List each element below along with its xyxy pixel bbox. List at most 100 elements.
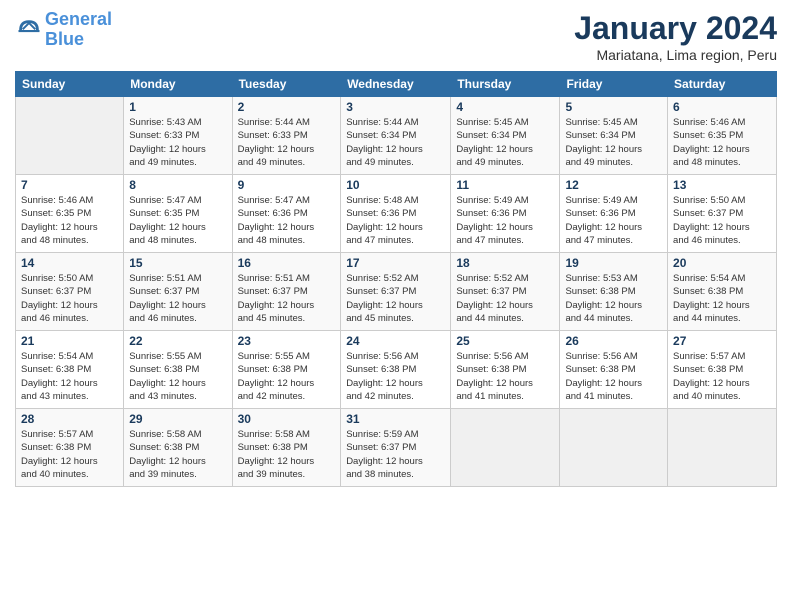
day-cell [668, 409, 777, 487]
day-info: Sunrise: 5:43 AMSunset: 6:33 PMDaylight:… [129, 116, 226, 169]
day-cell: 20 Sunrise: 5:54 AMSunset: 6:38 PMDayligh… [668, 253, 777, 331]
day-cell: 1 Sunrise: 5:43 AMSunset: 6:33 PMDaylight… [124, 97, 232, 175]
day-number: 1 [129, 100, 226, 114]
day-info: Sunrise: 5:58 AMSunset: 6:38 PMDaylight:… [238, 428, 336, 481]
day-cell: 9 Sunrise: 5:47 AMSunset: 6:36 PMDaylight… [232, 175, 341, 253]
day-cell: 25Sunrise: 5:56 AMSunset: 6:38 PMDayligh… [451, 331, 560, 409]
day-info: Sunrise: 5:47 AMSunset: 6:36 PMDaylight:… [238, 194, 336, 247]
day-number: 4 [456, 100, 554, 114]
day-number: 22 [129, 334, 226, 348]
day-info: Sunrise: 5:45 AMSunset: 6:34 PMDaylight:… [565, 116, 662, 169]
day-number: 13 [673, 178, 771, 192]
header-cell-sunday: Sunday [16, 72, 124, 97]
day-cell: 4 Sunrise: 5:45 AMSunset: 6:34 PMDaylight… [451, 97, 560, 175]
location: Mariatana, Lima region, Peru [574, 47, 777, 63]
day-cell: 27 Sunrise: 5:57 AMSunset: 6:38 PMDayligh… [668, 331, 777, 409]
day-number: 24 [346, 334, 445, 348]
logo-line1: General [45, 9, 112, 29]
day-number: 12 [565, 178, 662, 192]
day-info: Sunrise: 5:58 AMSunset: 6:38 PMDaylight:… [129, 428, 226, 481]
week-row-3: 14 Sunrise: 5:50 AMSunset: 6:37 PMDayligh… [16, 253, 777, 331]
day-info: Sunrise: 5:52 AMSunset: 6:37 PMDaylight:… [346, 272, 445, 325]
day-cell: 6 Sunrise: 5:46 AMSunset: 6:35 PMDaylight… [668, 97, 777, 175]
day-info: Sunrise: 5:57 AMSunset: 6:38 PMDaylight:… [673, 350, 771, 403]
week-row-5: 28 Sunrise: 5:57 AMSunset: 6:38 PMDayligh… [16, 409, 777, 487]
day-cell: 19 Sunrise: 5:53 AMSunset: 6:38 PMDayligh… [560, 253, 668, 331]
logo-text: General Blue [45, 10, 112, 50]
day-info: Sunrise: 5:56 AMSunset: 6:38 PMDaylight:… [346, 350, 445, 403]
day-cell: 13 Sunrise: 5:50 AMSunset: 6:37 PMDayligh… [668, 175, 777, 253]
day-info: Sunrise: 5:49 AMSunset: 6:36 PMDaylight:… [565, 194, 662, 247]
day-number: 3 [346, 100, 445, 114]
day-cell: 15 Sunrise: 5:51 AMSunset: 6:37 PMDayligh… [124, 253, 232, 331]
day-number: 28 [21, 412, 118, 426]
day-info: Sunrise: 5:57 AMSunset: 6:38 PMDaylight:… [21, 428, 118, 481]
day-info: Sunrise: 5:54 AMSunset: 6:38 PMDaylight:… [673, 272, 771, 325]
day-info: Sunrise: 5:53 AMSunset: 6:38 PMDaylight:… [565, 272, 662, 325]
header-cell-tuesday: Tuesday [232, 72, 341, 97]
day-cell: 12 Sunrise: 5:49 AMSunset: 6:36 PMDayligh… [560, 175, 668, 253]
logo-line2: Blue [45, 29, 84, 49]
day-cell: 11 Sunrise: 5:49 AMSunset: 6:36 PMDayligh… [451, 175, 560, 253]
day-cell: 23 Sunrise: 5:55 AMSunset: 6:38 PMDayligh… [232, 331, 341, 409]
day-cell: 7Sunrise: 5:46 AMSunset: 6:35 PMDaylight… [16, 175, 124, 253]
page: General Blue January 2024 Mariatana, Lim… [0, 0, 792, 612]
day-number: 2 [238, 100, 336, 114]
day-number: 31 [346, 412, 445, 426]
month-title: January 2024 [574, 10, 777, 47]
day-number: 27 [673, 334, 771, 348]
day-number: 10 [346, 178, 445, 192]
week-row-4: 21 Sunrise: 5:54 AMSunset: 6:38 PMDayligh… [16, 331, 777, 409]
day-number: 15 [129, 256, 226, 270]
day-cell: 18Sunrise: 5:52 AMSunset: 6:37 PMDayligh… [451, 253, 560, 331]
header-cell-friday: Friday [560, 72, 668, 97]
day-number: 21 [21, 334, 118, 348]
day-info: Sunrise: 5:49 AMSunset: 6:36 PMDaylight:… [456, 194, 554, 247]
day-info: Sunrise: 5:50 AMSunset: 6:37 PMDaylight:… [21, 272, 118, 325]
title-block: January 2024 Mariatana, Lima region, Per… [574, 10, 777, 63]
header-cell-thursday: Thursday [451, 72, 560, 97]
day-info: Sunrise: 5:48 AMSunset: 6:36 PMDaylight:… [346, 194, 445, 247]
day-cell: 28 Sunrise: 5:57 AMSunset: 6:38 PMDayligh… [16, 409, 124, 487]
day-cell: 22 Sunrise: 5:55 AMSunset: 6:38 PMDayligh… [124, 331, 232, 409]
day-cell: 3 Sunrise: 5:44 AMSunset: 6:34 PMDaylight… [341, 97, 451, 175]
day-cell: 21 Sunrise: 5:54 AMSunset: 6:38 PMDayligh… [16, 331, 124, 409]
day-info: Sunrise: 5:54 AMSunset: 6:38 PMDaylight:… [21, 350, 118, 403]
day-number: 26 [565, 334, 662, 348]
day-info: Sunrise: 5:46 AMSunset: 6:35 PMDaylight:… [21, 194, 118, 247]
day-cell [16, 97, 124, 175]
logo: General Blue [15, 10, 112, 50]
day-info: Sunrise: 5:55 AMSunset: 6:38 PMDaylight:… [238, 350, 336, 403]
day-number: 11 [456, 178, 554, 192]
day-number: 25 [456, 334, 554, 348]
day-cell: 24 Sunrise: 5:56 AMSunset: 6:38 PMDayligh… [341, 331, 451, 409]
day-cell: 26Sunrise: 5:56 AMSunset: 6:38 PMDayligh… [560, 331, 668, 409]
day-cell: 17Sunrise: 5:52 AMSunset: 6:37 PMDayligh… [341, 253, 451, 331]
calendar-table: SundayMondayTuesdayWednesdayThursdayFrid… [15, 71, 777, 487]
day-number: 14 [21, 256, 118, 270]
day-cell [560, 409, 668, 487]
day-info: Sunrise: 5:51 AMSunset: 6:37 PMDaylight:… [238, 272, 336, 325]
day-number: 5 [565, 100, 662, 114]
day-info: Sunrise: 5:44 AMSunset: 6:33 PMDaylight:… [238, 116, 336, 169]
week-row-2: 7Sunrise: 5:46 AMSunset: 6:35 PMDaylight… [16, 175, 777, 253]
day-number: 8 [129, 178, 226, 192]
day-number: 6 [673, 100, 771, 114]
day-number: 29 [129, 412, 226, 426]
day-info: Sunrise: 5:46 AMSunset: 6:35 PMDaylight:… [673, 116, 771, 169]
day-info: Sunrise: 5:44 AMSunset: 6:34 PMDaylight:… [346, 116, 445, 169]
day-info: Sunrise: 5:55 AMSunset: 6:38 PMDaylight:… [129, 350, 226, 403]
day-number: 30 [238, 412, 336, 426]
day-cell: 16Sunrise: 5:51 AMSunset: 6:37 PMDayligh… [232, 253, 341, 331]
logo-icon [15, 16, 43, 44]
day-info: Sunrise: 5:51 AMSunset: 6:37 PMDaylight:… [129, 272, 226, 325]
day-info: Sunrise: 5:45 AMSunset: 6:34 PMDaylight:… [456, 116, 554, 169]
day-number: 18 [456, 256, 554, 270]
day-number: 19 [565, 256, 662, 270]
day-info: Sunrise: 5:50 AMSunset: 6:37 PMDaylight:… [673, 194, 771, 247]
calendar-body: 1 Sunrise: 5:43 AMSunset: 6:33 PMDaylight… [16, 97, 777, 487]
day-number: 23 [238, 334, 336, 348]
day-number: 9 [238, 178, 336, 192]
day-number: 20 [673, 256, 771, 270]
day-info: Sunrise: 5:47 AMSunset: 6:35 PMDaylight:… [129, 194, 226, 247]
